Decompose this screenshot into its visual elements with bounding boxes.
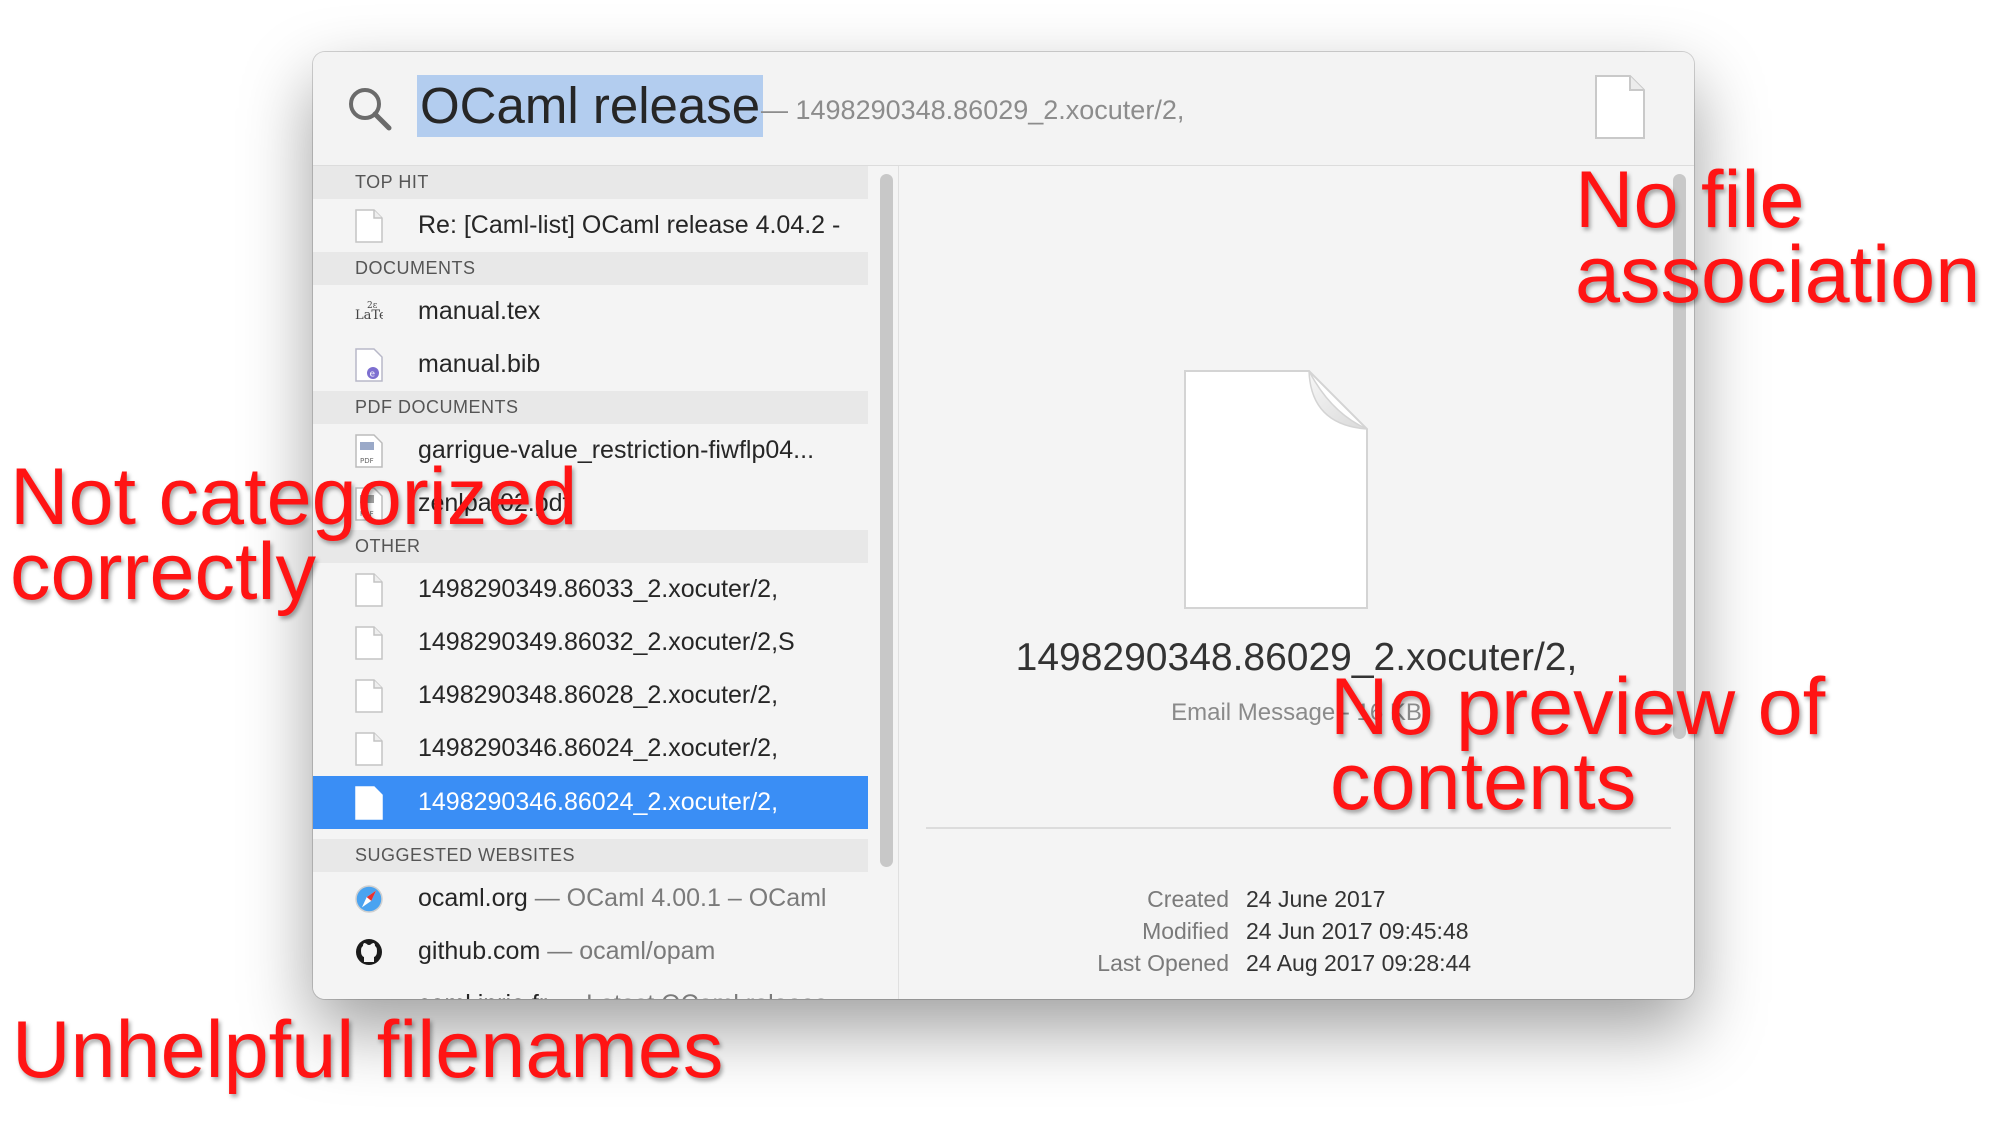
generic-document-icon <box>1184 370 1368 609</box>
svg-text:e: e <box>370 370 376 380</box>
safari-compass-icon <box>355 885 383 913</box>
section-header-websites: SUGGESTED WEBSITES <box>313 839 868 872</box>
annotation-line: contents <box>1330 737 1637 827</box>
results-scrollbar[interactable] <box>880 174 893 867</box>
result-website-item[interactable]: caml.inria.fr — Latest OCaml release <box>313 978 868 999</box>
website-description: — ocaml/opam <box>547 937 716 965</box>
result-document-item[interactable]: e manual.bib <box>313 338 868 391</box>
result-other-item[interactable]: 1498290346.86024_2.xocuter/2, <box>313 722 868 775</box>
section-header-pdf: PDF DOCUMENTS <box>313 391 868 424</box>
svg-text:2ε: 2ε <box>367 301 378 311</box>
annotation-not-categorized: Not categorized correctly <box>10 452 578 617</box>
annotation-no-preview: No preview of contents <box>1330 662 1826 827</box>
search-input[interactable]: OCaml release <box>417 75 764 137</box>
section-header-documents: DOCUMENTS <box>313 252 868 285</box>
annotation-line: No file <box>1575 155 1805 245</box>
result-label: github.com — ocaml/opam <box>418 925 715 978</box>
result-label: 1498290346.86024_2.xocuter/2, <box>418 788 779 816</box>
annotation-line: association <box>1575 230 1981 320</box>
website-description: — Latest OCaml release <box>554 990 828 999</box>
result-label: Re: [Caml-list] OCaml release 4.04.2 - <box>418 211 841 239</box>
annotation-no-file-association: No file association <box>1575 155 1981 320</box>
document-icon <box>355 209 383 243</box>
website-site: github.com <box>418 937 541 965</box>
annotation-line: No preview of <box>1330 662 1826 752</box>
bibtex-file-icon: e <box>355 348 383 382</box>
result-other-item[interactable]: 1498290349.86032_2.xocuter/2,S <box>313 616 868 669</box>
result-label: 1498290349.86032_2.xocuter/2,S <box>418 628 795 656</box>
result-label: manual.tex <box>418 297 541 325</box>
website-site: ocaml.org <box>418 884 528 912</box>
annotation-line: correctly <box>10 527 317 617</box>
annotation-line: Not categorized <box>10 452 578 542</box>
result-website-item[interactable]: ocaml.org — OCaml 4.00.1 – OCaml <box>313 872 868 925</box>
document-icon <box>355 626 383 660</box>
result-label: ocaml.org — OCaml 4.00.1 – OCaml <box>418 872 826 925</box>
meta-opened-label: Last Opened <box>1097 950 1229 976</box>
preview-separator <box>926 827 1671 829</box>
document-icon <box>355 679 383 713</box>
website-site: caml.inria.fr <box>418 990 547 999</box>
search-icon <box>349 88 392 131</box>
meta-created-value: 24 June 2017 <box>1246 886 1386 912</box>
search-bar[interactable]: OCaml release — 1498290348.86029_2.xocut… <box>313 52 1694 166</box>
result-top-hit[interactable]: Re: [Caml-list] OCaml release 4.04.2 - <box>313 199 868 252</box>
camel-icon <box>355 988 383 999</box>
result-website-item[interactable]: github.com — ocaml/opam <box>313 925 868 978</box>
meta-created-label: Created <box>1147 886 1229 912</box>
meta-opened-value: 24 Aug 2017 09:28:44 <box>1246 950 1472 976</box>
document-icon <box>355 786 383 820</box>
result-other-item[interactable]: 1498290348.86028_2.xocuter/2, <box>313 669 868 722</box>
meta-modified-value: 24 Jun 2017 09:45:48 <box>1246 918 1469 944</box>
meta-modified-label: Modified <box>1142 918 1229 944</box>
github-icon <box>356 939 382 965</box>
result-label: 1498290348.86028_2.xocuter/2, <box>418 681 779 709</box>
result-label: 1498290346.86024_2.xocuter/2, <box>418 734 779 762</box>
section-header-top-hit: TOP HIT <box>313 166 868 199</box>
website-description: — OCaml 4.00.1 – OCaml <box>534 884 827 912</box>
search-completion: — 1498290348.86029_2.xocuter/2, <box>761 95 1185 125</box>
result-label: caml.inria.fr — Latest OCaml release <box>418 978 828 999</box>
result-other-item-selected[interactable]: 1498290346.86024_2.xocuter/2, <box>313 776 868 829</box>
annotation-unhelpful-filenames: Unhelpful filenames <box>12 1005 724 1095</box>
result-document-item[interactable]: LaTeX 2ε manual.tex <box>313 285 868 338</box>
latex-file-icon: LaTeX 2ε <box>355 301 383 323</box>
result-label: manual.bib <box>418 350 541 378</box>
document-icon <box>355 732 383 766</box>
document-icon <box>1595 75 1645 139</box>
